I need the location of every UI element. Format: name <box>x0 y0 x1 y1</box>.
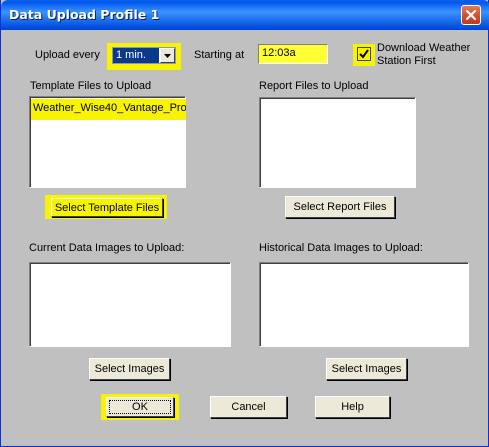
ok-button[interactable]: OK <box>106 397 174 417</box>
select-report-files-button[interactable]: Select Report Files <box>285 196 395 218</box>
current-images-label: Current Data Images to Upload: <box>29 242 185 254</box>
checkmark-icon <box>359 49 369 59</box>
current-images-list[interactable] <box>29 262 231 347</box>
chevron-down-icon <box>164 54 171 58</box>
template-files-label: Template Files to Upload <box>30 80 152 92</box>
cancel-button[interactable]: Cancel <box>210 396 287 418</box>
download-first-checkbox[interactable] <box>357 47 371 61</box>
select-template-files-button[interactable]: Select Template Files <box>51 198 163 217</box>
download-label-line2: Station First <box>377 55 436 67</box>
interval-select[interactable]: 1 min. <box>112 47 176 64</box>
window-title: Data Upload Profile 1 <box>9 7 160 22</box>
start-time-input[interactable]: 12:03a <box>258 44 328 64</box>
report-files-list[interactable] <box>259 97 416 188</box>
interval-value: 1 min. <box>113 48 159 63</box>
historical-images-label: Historical Data Images to Upload: <box>259 242 423 254</box>
select-current-images-button[interactable]: Select Images <box>89 358 170 380</box>
interval-dropdown-button[interactable] <box>160 48 175 63</box>
close-button[interactable] <box>461 5 481 25</box>
close-x-icon <box>465 9 477 21</box>
list-item[interactable]: Weather_Wise40_Vantage_Pro <box>31 99 186 120</box>
template-file-name: Weather_Wise40_Vantage_Pro <box>33 102 186 114</box>
dialog-window: Data Upload Profile 1 Upload every 1 min… <box>0 0 489 447</box>
title-bar[interactable]: Data Upload Profile 1 <box>1 0 489 30</box>
report-files-label: Report Files to Upload <box>259 80 369 92</box>
historical-images-list[interactable] <box>259 262 469 347</box>
download-label-line1: Download Weather <box>377 42 471 54</box>
upload-every-label: Upload every <box>35 49 100 61</box>
starting-at-label: Starting at <box>194 49 245 61</box>
select-historical-images-button[interactable]: Select Images <box>326 358 407 380</box>
template-files-list[interactable]: Weather_Wise40_Vantage_Pro <box>29 96 186 188</box>
help-button[interactable]: Help <box>315 396 390 418</box>
